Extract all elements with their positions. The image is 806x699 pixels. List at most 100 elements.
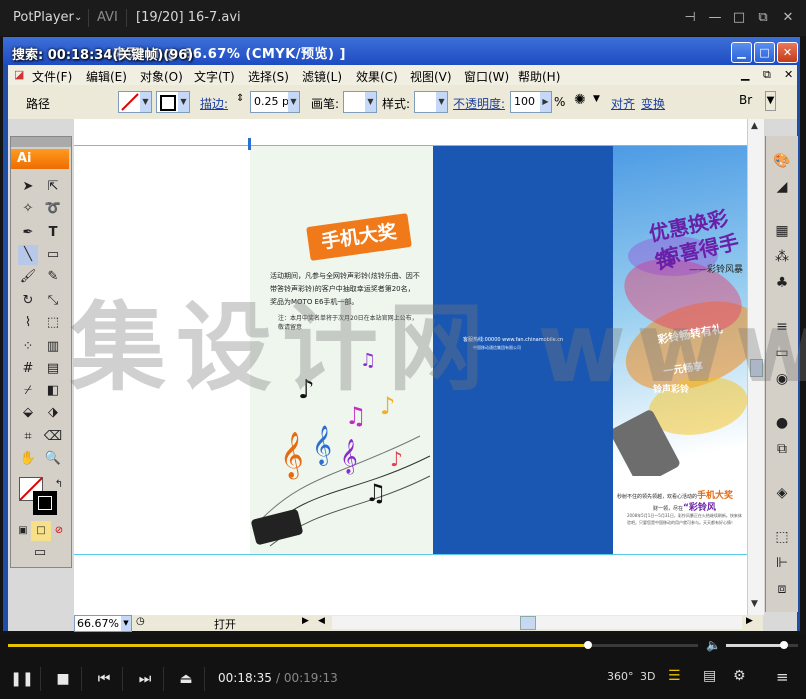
- brushes-panel-icon[interactable]: ⁂: [771, 246, 793, 268]
- volume-icon[interactable]: 🔈: [706, 638, 721, 652]
- color-guide-icon[interactable]: ◢: [771, 176, 793, 198]
- volume-handle[interactable]: [779, 641, 788, 649]
- doc-close-icon[interactable]: ✕: [784, 68, 793, 81]
- warp-tool-icon[interactable]: ⌇: [18, 313, 38, 333]
- blend-tool-icon[interactable]: ◧: [43, 381, 63, 401]
- recolor-dropdown-icon[interactable]: ▼: [593, 94, 600, 104]
- vr-360-button[interactable]: 360°: [607, 670, 634, 683]
- tools-panel-header[interactable]: [11, 137, 71, 147]
- pause-icon[interactable]: ❚❚: [4, 667, 41, 691]
- free-transform-tool-icon[interactable]: ⬚: [43, 313, 63, 333]
- menu-help[interactable]: 帮助(H): [518, 68, 560, 85]
- menu-edit[interactable]: 编辑(E): [86, 68, 127, 85]
- line-tool-icon[interactable]: ╲: [18, 245, 38, 265]
- ai-minimize-icon[interactable]: ▁: [731, 42, 752, 63]
- stroke-panel-icon[interactable]: ≡: [771, 316, 793, 338]
- style-dropdown[interactable]: ▼: [414, 91, 448, 113]
- seek-handle[interactable]: [583, 641, 592, 649]
- align-link[interactable]: 对齐: [611, 95, 635, 112]
- opacity-input[interactable]: 100 ▶: [510, 91, 552, 113]
- fullscreen-icon[interactable]: ⧉: [753, 8, 773, 28]
- gradient-panel-icon[interactable]: ▭: [771, 342, 793, 364]
- gradient-mode-icon[interactable]: □: [31, 521, 51, 541]
- symbol-sprayer-tool-icon[interactable]: ⁘: [18, 337, 38, 357]
- eyedropper-tool-icon[interactable]: ⌿: [18, 381, 38, 401]
- pencil-tool-icon[interactable]: ✎: [43, 267, 63, 287]
- menu-file[interactable]: 文件(F): [32, 68, 72, 85]
- direct-selection-tool-icon[interactable]: ⇱: [43, 177, 63, 197]
- doc-restore-icon[interactable]: ⧉: [763, 68, 771, 82]
- color-panel-icon[interactable]: 🎨: [771, 150, 793, 172]
- none-mode-icon[interactable]: ⊘: [49, 521, 69, 541]
- status-icon[interactable]: ◷: [136, 616, 145, 627]
- magic-wand-tool-icon[interactable]: ✧: [18, 199, 38, 219]
- transform-link[interactable]: 变换: [641, 95, 665, 112]
- scroll-thumb[interactable]: [750, 359, 763, 377]
- zoom-dropdown[interactable]: 66.67% ▼: [74, 615, 132, 632]
- menu-type[interactable]: 文字(T): [194, 68, 235, 85]
- lasso-tool-icon[interactable]: ➰: [43, 199, 63, 219]
- live-paint-selection-tool-icon[interactable]: ⬗: [43, 403, 63, 423]
- 3d-button[interactable]: 3D: [640, 670, 655, 683]
- previous-icon[interactable]: ⏮: [86, 667, 123, 691]
- paintbrush-tool-icon[interactable]: 🖌: [18, 267, 38, 287]
- minimize-icon[interactable]: —: [705, 8, 725, 28]
- menu-filter[interactable]: 滤镜(L): [302, 68, 342, 85]
- stop-icon[interactable]: ■: [45, 667, 82, 691]
- close-icon[interactable]: ✕: [778, 8, 798, 28]
- h-scroll-thumb[interactable]: [520, 616, 536, 630]
- doc-minimize-icon[interactable]: ▁: [741, 68, 749, 81]
- vertical-scrollbar[interactable]: ▲ ▼: [747, 119, 764, 615]
- stroke-label[interactable]: 描边:: [200, 95, 228, 112]
- graph-tool-icon[interactable]: ▥: [43, 337, 63, 357]
- ai-maximize-icon[interactable]: □: [754, 42, 775, 63]
- transform-panel-icon[interactable]: ⬚: [771, 526, 793, 548]
- horizontal-scrollbar[interactable]: [332, 616, 742, 630]
- menu-view[interactable]: 视图(V): [410, 68, 452, 85]
- graphic-styles-icon[interactable]: ⧉: [771, 438, 793, 460]
- appearance-panel-icon[interactable]: ●: [771, 412, 793, 434]
- chevron-down-icon[interactable]: ⌄: [74, 12, 82, 23]
- zoom-tool-icon[interactable]: 🔍: [43, 449, 63, 469]
- document-artwork[interactable]: 手机大奖 活动期间，凡参与全网铃声彩铃(炫铃乐曲、因不带答铃声彩铃)的客户中抽取…: [250, 146, 747, 554]
- pin-icon[interactable]: ⊣: [680, 8, 700, 28]
- transparency-panel-icon[interactable]: ◉: [771, 368, 793, 390]
- anchor-point[interactable]: [248, 138, 251, 150]
- color-mode-icon[interactable]: ▣: [13, 521, 33, 541]
- ai-menu-icon[interactable]: ◪: [14, 68, 24, 81]
- type-tool-icon[interactable]: T: [43, 223, 63, 243]
- rotate-tool-icon[interactable]: ↻: [18, 291, 38, 311]
- eraser-tool-icon[interactable]: ⌫: [43, 427, 63, 447]
- align-panel-icon[interactable]: ⊩: [771, 552, 793, 574]
- mesh-tool-icon[interactable]: #: [18, 359, 38, 379]
- player-app-name[interactable]: PotPlayer: [13, 10, 74, 25]
- scale-tool-icon[interactable]: ⤡: [43, 291, 63, 311]
- menu-icon[interactable]: ≡: [776, 668, 789, 686]
- scroll-down-icon[interactable]: ▼: [751, 599, 758, 609]
- live-paint-tool-icon[interactable]: ⬙: [18, 403, 38, 423]
- screen-mode-icon[interactable]: ▭: [29, 543, 51, 563]
- scroll-up-icon[interactable]: ▲: [751, 121, 758, 131]
- swap-colors-icon[interactable]: ↰: [49, 475, 69, 495]
- stroke-stepper-icon[interactable]: ⇕: [236, 93, 244, 104]
- fill-swatch[interactable]: ▼: [118, 91, 152, 113]
- scroll-left-icon[interactable]: ◀: [318, 616, 325, 626]
- ai-close-icon[interactable]: ✕: [777, 42, 798, 63]
- scroll-right-icon[interactable]: ▶: [746, 616, 753, 626]
- next-icon[interactable]: ⏭: [127, 667, 164, 691]
- pen-tool-icon[interactable]: ✒: [18, 223, 38, 243]
- menu-effect[interactable]: 效果(C): [356, 68, 398, 85]
- symbols-panel-icon[interactable]: ♣: [771, 272, 793, 294]
- selection-tool-icon[interactable]: ➤: [18, 177, 38, 197]
- hand-tool-icon[interactable]: ✋: [18, 449, 38, 469]
- rectangle-tool-icon[interactable]: ▭: [43, 245, 63, 265]
- menu-select[interactable]: 选择(S): [248, 68, 289, 85]
- playlist-icon[interactable]: ☰: [668, 668, 681, 684]
- eject-icon[interactable]: ⏏: [168, 667, 205, 691]
- status-menu-icon[interactable]: ▶: [302, 616, 309, 626]
- stroke-swatch[interactable]: ▼: [156, 91, 190, 113]
- stroke-weight-input[interactable]: 0.25 p ▼: [250, 91, 300, 113]
- maximize-icon[interactable]: □: [729, 8, 749, 28]
- swatches-panel-icon[interactable]: ▦: [771, 220, 793, 242]
- opacity-label[interactable]: 不透明度:: [453, 95, 505, 112]
